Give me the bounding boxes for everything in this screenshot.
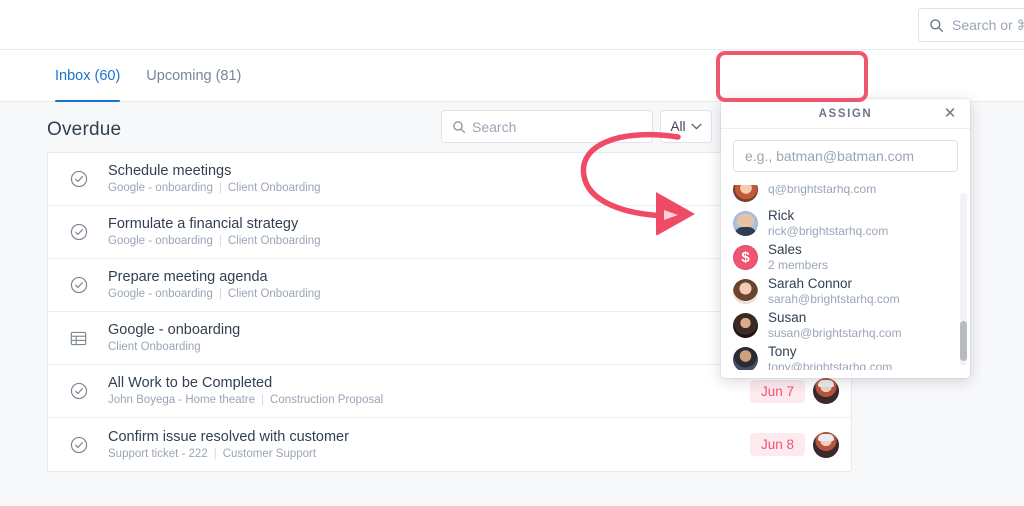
person-texts: Tony tony@brightstarhq.com	[768, 344, 892, 371]
row-right-meta: Jun 7	[749, 378, 851, 404]
tab-inbox[interactable]: Inbox (60)	[55, 50, 121, 102]
task-category: Client Onboarding	[227, 288, 321, 300]
task-project: Google - onboarding	[108, 288, 213, 300]
meta-divider: |	[218, 288, 222, 300]
row-texts: All Work to be Completed John Boyega - H…	[108, 374, 750, 408]
tab-list: Inbox (60) Upcoming (81)	[55, 50, 241, 102]
assign-people-scroll: q@brightstarhq.com Rick rick@brightstarh…	[721, 185, 970, 370]
task-title: Confirm issue resolved with customer	[108, 428, 349, 445]
assign-panel-header: ASSIGN ✕	[721, 99, 970, 129]
task-project: John Boyega - Home theatre	[108, 394, 256, 406]
person-detail: tony@brightstarhq.com	[768, 359, 893, 371]
task-project: Support ticket - 222	[108, 447, 208, 460]
table-row[interactable]: Confirm issue resolved with customer Sup…	[48, 418, 851, 471]
avatar: $	[733, 244, 758, 270]
task-project: Google - onboarding	[108, 235, 213, 247]
avatar	[733, 210, 758, 236]
person-detail: rick@brightstarhq.com	[768, 223, 889, 238]
list-item[interactable]: Susan susan@brightstarhq.com	[733, 308, 970, 342]
avatar	[733, 278, 758, 304]
check-circle-icon[interactable]	[70, 170, 108, 188]
task-meta: Support ticket - 222 | Customer Support	[108, 447, 750, 462]
avatar[interactable]	[813, 431, 839, 458]
list-item[interactable]: Tony tony@brightstarhq.com	[733, 342, 970, 370]
person-name: Sarah Connor	[768, 275, 853, 291]
task-meta: John Boyega - Home theatre | Construction …	[108, 393, 750, 408]
person-detail: q@brightstarhq.com	[768, 185, 877, 196]
row-right-meta: Jun 8	[749, 431, 851, 458]
list-item[interactable]: Sarah Connor sarah@brightstarhq.com	[733, 274, 970, 308]
check-circle-icon[interactable]	[70, 223, 108, 241]
assign-people-list: q@brightstarhq.com Rick rick@brightstarh…	[721, 185, 970, 370]
avatar	[733, 346, 758, 370]
dollar-icon: $	[741, 248, 750, 266]
assign-panel-title: ASSIGN	[818, 107, 873, 120]
check-circle-icon[interactable]	[70, 382, 108, 400]
meta-divider: |	[213, 447, 217, 460]
person-name: Rick	[768, 207, 795, 223]
avatar[interactable]	[813, 378, 839, 404]
tab-upcoming[interactable]: Upcoming (81)	[146, 50, 241, 102]
person-name: Tony	[768, 343, 797, 359]
due-date-badge[interactable]: Jun 7	[749, 379, 805, 403]
person-name: Sales	[768, 241, 802, 257]
person-detail: susan@brightstarhq.com	[768, 325, 902, 340]
meta-divider: |	[218, 235, 222, 247]
task-category: Client Onboarding	[227, 235, 321, 247]
person-name: Susan	[768, 309, 807, 325]
tab-upcoming-label: Upcoming (81)	[146, 68, 242, 84]
check-circle-icon[interactable]	[70, 436, 108, 454]
global-search-placeholder: Search or ⌘	[952, 16, 1024, 33]
list-item[interactable]: $ Sales 2 members	[733, 240, 970, 274]
person-detail: sarah@brightstarhq.com	[768, 291, 900, 306]
task-category: Customer Support	[222, 447, 317, 460]
scrollbar-thumb[interactable]	[960, 321, 967, 361]
task-category: Client Onboarding	[227, 182, 321, 194]
task-category: Construction Proposal	[270, 394, 384, 406]
avatar	[733, 312, 758, 338]
meta-divider: |	[218, 182, 222, 194]
person-detail: 2 members	[768, 257, 829, 272]
row-texts: Confirm issue resolved with customer Sup…	[108, 428, 750, 462]
person-texts: Sarah Connor sarah@brightstarhq.com	[768, 276, 900, 307]
list-item[interactable]: q@brightstarhq.com	[733, 185, 970, 206]
person-texts: Susan susan@brightstarhq.com	[768, 310, 902, 341]
person-texts: Rick rick@brightstarhq.com	[768, 208, 888, 239]
task-project: Google - onboarding	[108, 182, 213, 194]
assign-dropdown-panel: ASSIGN ✕ e.g., batman@batman.com q@brigh…	[721, 99, 970, 378]
person-texts: Sales 2 members	[768, 242, 828, 273]
global-top-bar: Search or ⌘	[0, 0, 1024, 50]
app-root: Search or ⌘ Inbox (60) Upcoming (81) Sea…	[0, 0, 1024, 506]
due-date-badge[interactable]: Jun 8	[749, 433, 805, 456]
section-title-overdue: Overdue	[47, 119, 122, 140]
avatar	[733, 185, 758, 202]
task-title: All Work to be Completed	[108, 375, 273, 391]
assign-email-field[interactable]: e.g., batman@batman.com	[733, 140, 958, 172]
check-circle-icon[interactable]	[70, 276, 108, 294]
close-icon[interactable]: ✕	[942, 106, 958, 122]
person-texts: q@brightstarhq.com	[768, 185, 876, 197]
meta-divider: |	[261, 394, 265, 406]
table-icon[interactable]	[70, 330, 108, 347]
assign-email-placeholder: e.g., batman@batman.com	[745, 148, 915, 164]
task-project: Client Onboarding	[108, 341, 201, 353]
tab-inbox-label: Inbox (60)	[55, 68, 121, 84]
global-search-input[interactable]: Search or ⌘	[918, 8, 1024, 42]
list-item[interactable]: Rick rick@brightstarhq.com	[733, 206, 970, 240]
search-icon	[930, 18, 944, 32]
filter-bar: Inbox (60) Upcoming (81) Search All Assi…	[0, 50, 1024, 143]
